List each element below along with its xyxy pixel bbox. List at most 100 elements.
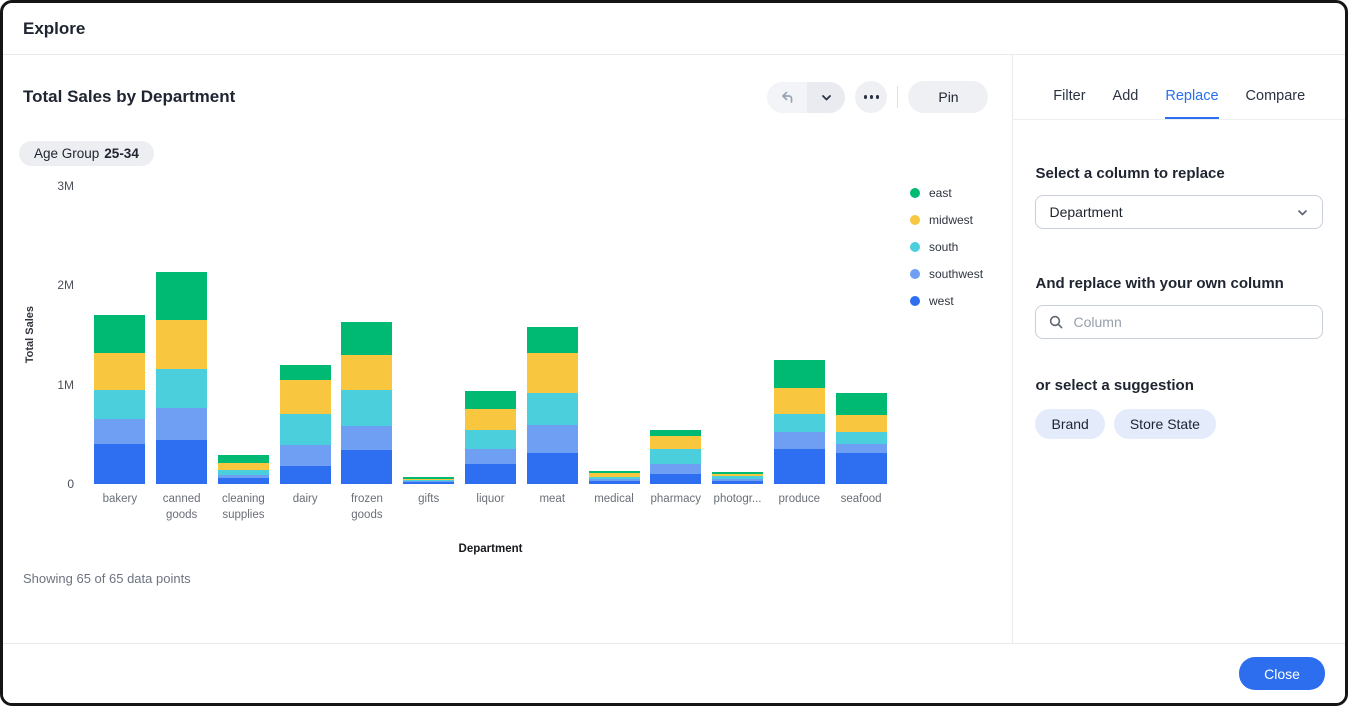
bar-pharmacy[interactable]	[650, 430, 702, 484]
toolbar-divider	[897, 86, 899, 108]
bar-medical[interactable]	[588, 471, 640, 484]
bar-frozen-goods[interactable]	[341, 322, 393, 484]
suggestion-chip-store-state[interactable]: Store State	[1113, 409, 1216, 439]
bar-segment-east[interactable]	[279, 364, 331, 380]
bar-segment-south[interactable]	[464, 430, 516, 450]
bar-segment-east[interactable]	[835, 392, 887, 415]
bar-seafood[interactable]	[835, 392, 887, 484]
bar-segment-west[interactable]	[156, 440, 208, 484]
legend-label-southwest: southwest	[929, 267, 984, 281]
bar-segment-south[interactable]	[94, 389, 146, 419]
legend-label-east: east	[929, 186, 952, 200]
bar-segment-midwest[interactable]	[464, 409, 516, 431]
legend-item-south[interactable]: south	[910, 240, 983, 254]
bar-segment-east[interactable]	[341, 322, 393, 355]
x-tick-label-frozen-goods: frozen goods	[350, 493, 383, 521]
bar-segment-west[interactable]	[94, 444, 146, 484]
bar-segment-west[interactable]	[341, 450, 393, 484]
bar-segment-southwest[interactable]	[156, 407, 208, 441]
suggestion-chip-brand[interactable]: Brand	[1035, 409, 1105, 439]
bar-segment-west[interactable]	[773, 449, 825, 484]
bar-segment-west[interactable]	[712, 481, 764, 484]
bar-cleaning-supplies[interactable]	[217, 455, 269, 484]
bar-segment-southwest[interactable]	[94, 418, 146, 445]
bar-segment-midwest[interactable]	[650, 436, 702, 450]
bar-segment-southwest[interactable]	[773, 432, 825, 450]
bar-segment-west[interactable]	[217, 478, 269, 484]
bar-segment-southwest[interactable]	[650, 464, 702, 475]
bar-canned-goods[interactable]	[156, 272, 208, 484]
bar-segment-south[interactable]	[773, 414, 825, 433]
bar-segment-south[interactable]	[156, 368, 208, 408]
column-to-replace-dropdown[interactable]: Department	[1035, 195, 1323, 229]
bar-produce[interactable]	[773, 359, 825, 484]
tab-replace[interactable]: Replace	[1165, 88, 1219, 119]
x-axis-labels: bakery canned goods cleaning supplies dairy…	[83, 492, 898, 523]
bar-segment-east[interactable]	[526, 327, 578, 353]
undo-dropdown-button[interactable]	[807, 81, 846, 113]
bar-bakery[interactable]	[94, 315, 146, 484]
more-options-button[interactable]	[855, 81, 888, 113]
bar-segment-west[interactable]	[588, 481, 640, 484]
filter-chip-value: 25-34	[104, 146, 139, 161]
bar-segment-southwest[interactable]	[835, 444, 887, 454]
bar-photography[interactable]	[712, 472, 764, 484]
bar-cell	[583, 471, 645, 484]
data-points-status: Showing 65 of 65 data points	[23, 571, 191, 587]
bar-segment-southwest[interactable]	[279, 445, 331, 467]
pin-button[interactable]: Pin	[908, 81, 989, 113]
legend-item-midwest[interactable]: midwest	[910, 213, 983, 227]
bar-segment-midwest[interactable]	[835, 414, 887, 433]
bar-dairy[interactable]	[279, 364, 331, 484]
bar-segment-east[interactable]	[94, 315, 146, 353]
dialog-title: Explore	[23, 18, 86, 38]
tab-add[interactable]: Add	[1113, 88, 1139, 119]
bar-segment-west[interactable]	[403, 482, 455, 484]
bar-segment-west[interactable]	[526, 453, 578, 484]
legend-dot-southwest	[910, 269, 920, 279]
legend-item-southwest[interactable]: southwest	[910, 267, 983, 281]
bar-segment-midwest[interactable]	[94, 352, 146, 390]
x-tick-label-seafood: seafood	[840, 493, 882, 505]
filter-chip-age-group[interactable]: Age Group 25-34	[19, 141, 154, 166]
bar-segment-west[interactable]	[650, 474, 702, 484]
legend-label-west: west	[929, 294, 954, 308]
bar-segment-midwest[interactable]	[217, 463, 269, 470]
close-button[interactable]: Close	[1239, 657, 1325, 690]
undo-button[interactable]	[767, 81, 808, 113]
bar-segment-west[interactable]	[835, 453, 887, 484]
bar-segment-west[interactable]	[279, 466, 331, 484]
bar-segment-midwest[interactable]	[526, 352, 578, 393]
legend-item-west[interactable]: west	[910, 294, 983, 308]
explore-side-panel: Filter Add Replace Compare Select a colu…	[1012, 55, 1345, 649]
undo-icon	[779, 89, 795, 105]
bar-segment-south[interactable]	[650, 449, 702, 465]
bar-segment-midwest[interactable]	[279, 379, 331, 415]
tab-compare[interactable]: Compare	[1246, 88, 1306, 119]
bar-segment-west[interactable]	[464, 464, 516, 484]
bar-segment-south[interactable]	[279, 414, 331, 446]
bar-segment-south[interactable]	[835, 432, 887, 445]
tab-filter[interactable]: Filter	[1053, 88, 1085, 119]
bar-segment-southwest[interactable]	[526, 425, 578, 454]
bar-segment-midwest[interactable]	[156, 320, 208, 369]
bar-gifts[interactable]	[403, 477, 455, 484]
column-search-input[interactable]	[1073, 314, 1310, 330]
bar-liquor[interactable]	[464, 390, 516, 484]
bar-segment-east[interactable]	[773, 359, 825, 388]
bar-meat[interactable]	[526, 327, 578, 484]
bar-segment-east[interactable]	[217, 455, 269, 463]
bar-segment-southwest[interactable]	[464, 449, 516, 465]
bar-segment-south[interactable]	[526, 392, 578, 426]
bar-segment-midwest[interactable]	[773, 387, 825, 415]
bar-segment-south[interactable]	[341, 389, 393, 427]
bar-segment-east[interactable]	[156, 272, 208, 321]
bar-segment-midwest[interactable]	[341, 354, 393, 390]
bar-segment-southwest[interactable]	[341, 426, 393, 451]
dropdown-selected-value: Department	[1049, 204, 1123, 220]
legend-item-east[interactable]: east	[910, 186, 983, 200]
bar-cell	[645, 430, 707, 484]
bar-segment-east[interactable]	[464, 390, 516, 410]
chevron-down-icon	[820, 91, 833, 104]
ellipsis-icon	[864, 95, 868, 99]
